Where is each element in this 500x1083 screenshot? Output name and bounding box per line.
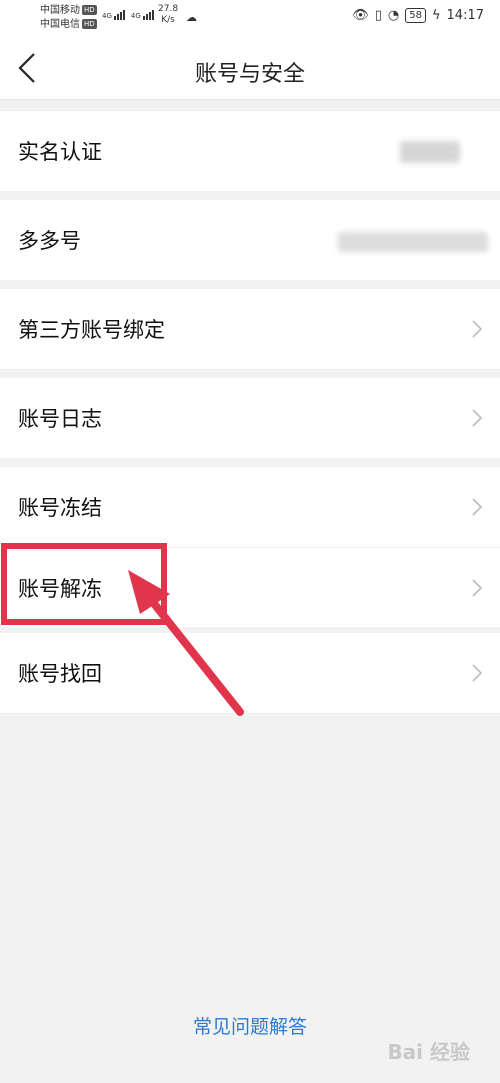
- carrier-info: 中国移动 HD 中国电信 HD: [40, 4, 97, 32]
- row-label: 账号日志: [18, 407, 102, 431]
- account-log-row[interactable]: 账号日志: [0, 378, 500, 458]
- nav-bar: 账号与安全: [0, 36, 500, 100]
- page-title: 账号与安全: [194, 62, 305, 87]
- chevron-right-icon: [472, 498, 483, 516]
- section-account-log: 账号日志: [0, 378, 500, 458]
- row-label: 第三方账号绑定: [18, 318, 165, 342]
- row-label: 账号解冻: [18, 576, 102, 601]
- speedometer-icon: ◔: [387, 8, 400, 23]
- signal-icon: 4G: [131, 10, 154, 20]
- status-bar: 中国移动 HD 中国电信 HD 4G 4G 27.8 K/s ☁ 👁 ▯ ◔ 58 …: [0, 0, 500, 36]
- status-right: 👁 ▯ ◔ 58 ϟ 14:17: [352, 8, 484, 23]
- chevron-right-icon: [472, 664, 483, 682]
- vibrate-icon: ▯: [374, 8, 382, 23]
- account-recover-row[interactable]: 账号找回: [0, 633, 500, 713]
- chevron-right-icon: [472, 579, 483, 597]
- blurred-value: [338, 232, 488, 252]
- row-label: 账号找回: [18, 662, 102, 686]
- cloud-icon: ☁: [186, 11, 197, 24]
- duoduo-id-row[interactable]: 多多号: [0, 200, 500, 280]
- battery-icon: 58: [405, 8, 426, 23]
- baidu-watermark: Bai 经验: [387, 1040, 470, 1064]
- real-name-row[interactable]: 实名认证: [0, 111, 500, 191]
- third-party-row[interactable]: 第三方账号绑定: [0, 289, 500, 369]
- chevron-right-icon: [472, 409, 483, 427]
- section-third-party: 第三方账号绑定: [0, 289, 500, 369]
- account-freeze-row[interactable]: 账号冻结: [0, 467, 500, 547]
- signal-icon: 4G: [102, 10, 125, 20]
- section-freeze: 账号冻结 账号解冻: [0, 467, 500, 627]
- signal-icons: 4G 4G: [102, 10, 154, 20]
- section-real-name: 实名认证: [0, 111, 500, 191]
- clock: 14:17: [446, 8, 484, 23]
- account-unfreeze-row[interactable]: 账号解冻: [0, 547, 500, 627]
- eye-icon: 👁: [352, 8, 369, 23]
- section-duoduo-id: 多多号: [0, 200, 500, 280]
- network-speed: 27.8 K/s: [158, 4, 179, 25]
- hd-badge: HD: [82, 5, 97, 15]
- section-recover: 账号找回: [0, 633, 500, 713]
- hd-badge: HD: [82, 19, 97, 29]
- row-label: 账号冻结: [18, 496, 102, 520]
- row-label: 多多号: [18, 229, 81, 253]
- blurred-value: [400, 141, 460, 163]
- row-label: 实名认证: [18, 140, 102, 164]
- faq-link[interactable]: 常见问题解答: [0, 1012, 500, 1039]
- carrier-2: 中国电信: [40, 19, 80, 30]
- chevron-right-icon: [472, 320, 483, 338]
- charging-icon: ϟ: [431, 8, 441, 23]
- carrier-1: 中国移动: [40, 5, 80, 16]
